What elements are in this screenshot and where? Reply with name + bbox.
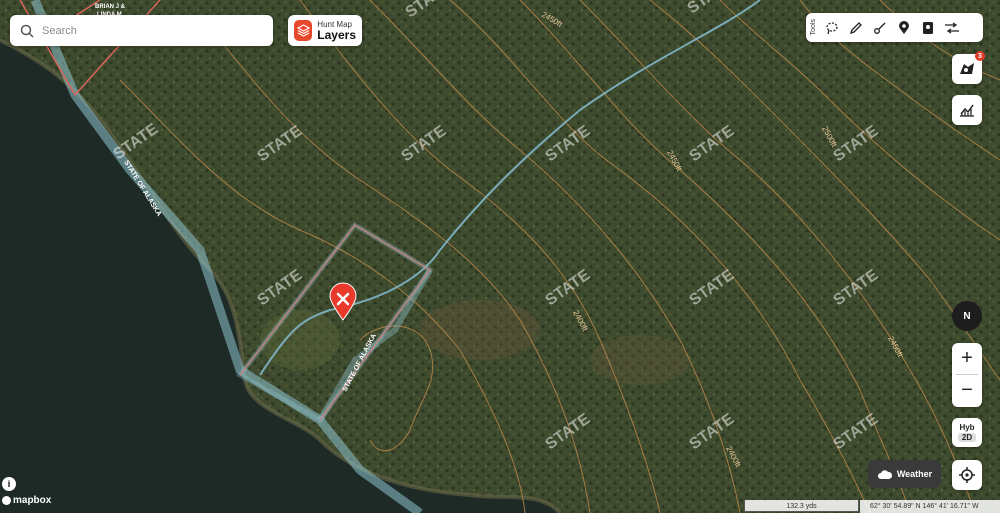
elevation-profile-button[interactable] [952, 95, 982, 125]
hunt-areas-button[interactable]: 3 [952, 51, 985, 84]
mapbox-logo: mapbox [2, 495, 51, 506]
tools-label: Tools [810, 19, 817, 36]
zoom-control: + − [952, 343, 982, 407]
view-mode-label: 2D [957, 433, 977, 442]
search-bar[interactable]: Search [10, 15, 273, 46]
tools-toolbar: Tools [806, 13, 983, 42]
zoom-out-button[interactable]: − [952, 375, 982, 406]
satellite-map[interactable]: BRIAN J & LINDA M STATE OF ALASKA STATE … [0, 0, 1000, 513]
zoom-in-button[interactable]: + [952, 343, 982, 374]
map-style-label: Hyb [959, 423, 975, 432]
map-style-toggle[interactable]: Hyb 2D [952, 418, 982, 447]
owner-label: BRIAN J & [95, 4, 126, 10]
scale-bar: 132.3 yds [744, 500, 859, 512]
coordinate-readout: 62° 30' 54.89" N 146° 41' 16.71" W [860, 500, 1000, 513]
search-input[interactable]: Search [42, 25, 77, 37]
layers-icon [294, 20, 313, 41]
info-icon[interactable]: i [2, 477, 16, 491]
lasso-icon[interactable] [820, 16, 844, 40]
layers-button[interactable]: Hunt Map Layers [288, 15, 362, 46]
measure-icon[interactable] [868, 16, 892, 40]
pen-icon[interactable] [844, 16, 868, 40]
weather-button[interactable]: Weather [868, 460, 941, 488]
weather-label: Weather [896, 469, 933, 479]
crosshair-icon [959, 467, 975, 483]
compass-north-label: N [963, 310, 971, 322]
search-icon [20, 24, 34, 38]
compass-button[interactable]: N [952, 301, 982, 331]
area-icon [960, 63, 974, 74]
cloud-sun-icon [877, 470, 892, 479]
locate-me-button[interactable] [952, 460, 982, 490]
route-icon[interactable] [940, 16, 964, 40]
pin-icon[interactable] [892, 16, 916, 40]
layers-label: Layers [317, 27, 356, 42]
chart-icon [960, 104, 974, 117]
book-icon[interactable] [916, 16, 940, 40]
notification-badge: 3 [975, 51, 985, 61]
